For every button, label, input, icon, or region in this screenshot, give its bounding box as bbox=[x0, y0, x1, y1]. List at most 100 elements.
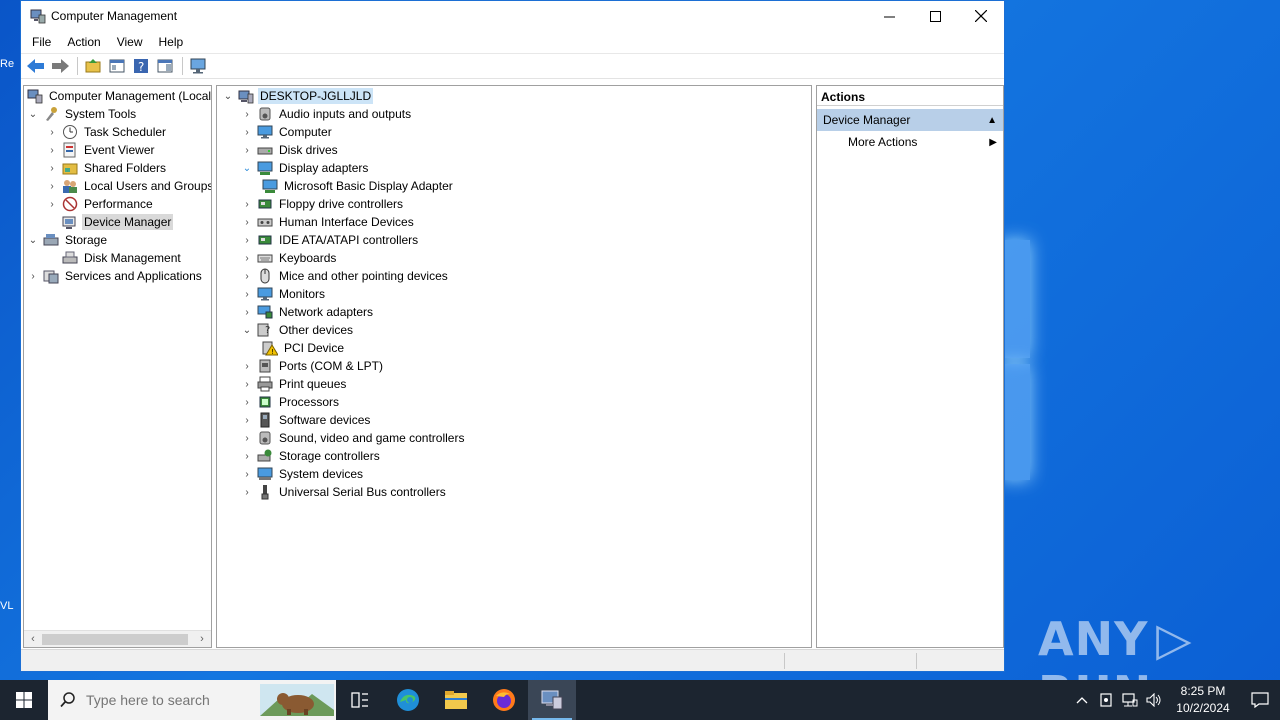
close-button[interactable] bbox=[958, 1, 1004, 31]
expand-chevron-icon[interactable]: › bbox=[240, 197, 254, 211]
back-button[interactable] bbox=[25, 55, 47, 77]
expand-chevron-icon[interactable]: › bbox=[45, 179, 59, 193]
notification-center-button[interactable] bbox=[1240, 692, 1280, 708]
expand-chevron-icon[interactable]: › bbox=[240, 305, 254, 319]
device-tree-item[interactable]: › Floppy drive controllers bbox=[240, 195, 405, 213]
expand-chevron-icon[interactable]: › bbox=[240, 485, 254, 499]
taskbar-clock[interactable]: 8:25 PM 10/2/2024 bbox=[1166, 683, 1240, 717]
network-tray-button[interactable] bbox=[1118, 693, 1142, 707]
scroll-right-icon[interactable]: › bbox=[195, 632, 209, 646]
expand-chevron-icon[interactable]: › bbox=[45, 125, 59, 139]
show-hidden-icons-button[interactable] bbox=[1070, 696, 1094, 704]
volume-tray-button[interactable] bbox=[1142, 693, 1166, 707]
taskbar-search-box[interactable] bbox=[48, 680, 336, 720]
tree-item-disk-management[interactable]: Disk Management bbox=[59, 249, 183, 267]
tree-item-storage[interactable]: ⌄ Storage bbox=[26, 231, 109, 249]
device-tree-item[interactable]: › IDE ATA/ATAPI controllers bbox=[240, 231, 420, 249]
device-tree-item[interactable]: › Universal Serial Bus controllers bbox=[240, 483, 448, 501]
forward-button[interactable] bbox=[49, 55, 71, 77]
expand-chevron-icon[interactable]: › bbox=[240, 107, 254, 121]
device-tree-item[interactable]: › Print queues bbox=[240, 375, 348, 393]
search-input[interactable] bbox=[86, 692, 256, 708]
firefox-taskbar-button[interactable] bbox=[480, 680, 528, 720]
device-tree-item[interactable]: › Keyboards bbox=[240, 249, 338, 267]
tree-item-local-users-groups[interactable]: › Local Users and Groups bbox=[45, 177, 211, 195]
up-folder-button[interactable] bbox=[82, 55, 104, 77]
expand-chevron-icon[interactable]: › bbox=[240, 251, 254, 265]
device-tree-item[interactable]: › Monitors bbox=[240, 285, 327, 303]
start-button[interactable] bbox=[0, 680, 48, 720]
menu-action[interactable]: Action bbox=[59, 35, 108, 49]
menu-file[interactable]: File bbox=[24, 35, 59, 49]
device-tree-item[interactable]: › Network adapters bbox=[240, 303, 375, 321]
expand-chevron-icon[interactable]: › bbox=[240, 431, 254, 445]
device-tree-item[interactable]: › Computer bbox=[240, 123, 334, 141]
expand-chevron-icon[interactable]: › bbox=[240, 269, 254, 283]
tree-item-event-viewer[interactable]: › Event Viewer bbox=[45, 141, 156, 159]
device-tree-item[interactable]: Microsoft Basic Display Adapter bbox=[259, 177, 455, 195]
collapse-chevron-icon[interactable]: ⌄ bbox=[221, 89, 235, 103]
expand-chevron-icon[interactable]: › bbox=[240, 287, 254, 301]
minimize-button[interactable] bbox=[866, 1, 912, 31]
collapse-chevron-icon[interactable]: ⌄ bbox=[26, 233, 40, 247]
device-tree-item[interactable]: › Audio inputs and outputs bbox=[240, 105, 413, 123]
help-button[interactable]: ? bbox=[130, 55, 152, 77]
device-tree-item[interactable]: › Processors bbox=[240, 393, 341, 411]
device-tree-item[interactable]: ! PCI Device bbox=[259, 339, 346, 357]
tree-item-system-tools[interactable]: ⌄ System Tools bbox=[26, 105, 138, 123]
expand-chevron-icon[interactable]: › bbox=[26, 269, 40, 283]
more-actions-item[interactable]: More Actions ▶ bbox=[817, 131, 1003, 153]
show-action-pane-button[interactable] bbox=[154, 55, 176, 77]
device-tree-item[interactable]: ⌄ Display adapters bbox=[240, 159, 370, 177]
expand-chevron-icon[interactable]: › bbox=[240, 215, 254, 229]
horizontal-scrollbar[interactable]: ‹ › bbox=[24, 630, 211, 647]
scan-hardware-button[interactable] bbox=[187, 55, 209, 77]
task-view-button[interactable] bbox=[336, 680, 384, 720]
expand-chevron-icon[interactable]: › bbox=[45, 143, 59, 157]
collapse-chevron-icon[interactable]: ⌄ bbox=[26, 107, 40, 121]
device-tree-item[interactable]: › Software devices bbox=[240, 411, 372, 429]
expand-chevron-icon[interactable]: › bbox=[45, 161, 59, 175]
device-tree-item[interactable]: › System devices bbox=[240, 465, 365, 483]
scroll-left-icon[interactable]: ‹ bbox=[26, 632, 40, 646]
device-tree-item[interactable]: › Storage controllers bbox=[240, 447, 382, 465]
expand-chevron-icon[interactable]: › bbox=[240, 359, 254, 373]
expand-chevron-icon[interactable]: › bbox=[240, 233, 254, 247]
expand-chevron-icon[interactable]: › bbox=[240, 449, 254, 463]
device-tree-item[interactable]: › Human Interface Devices bbox=[240, 213, 416, 231]
collapse-chevron-icon[interactable]: ⌄ bbox=[240, 161, 254, 175]
edge-taskbar-button[interactable] bbox=[384, 680, 432, 720]
device-tree-item[interactable]: › Mice and other pointing devices bbox=[240, 267, 450, 285]
device-tree-item[interactable]: ⌄? Other devices bbox=[240, 321, 355, 339]
device-tree-item[interactable]: › Ports (COM & LPT) bbox=[240, 357, 385, 375]
expand-chevron-icon[interactable]: › bbox=[45, 197, 59, 211]
maximize-button[interactable] bbox=[912, 1, 958, 31]
collapse-up-icon[interactable]: ▲ bbox=[987, 115, 997, 126]
actions-section-device-manager[interactable]: Device Manager ▲ bbox=[817, 109, 1003, 131]
expand-chevron-icon[interactable]: › bbox=[240, 395, 254, 409]
file-explorer-taskbar-button[interactable] bbox=[432, 680, 480, 720]
device-tree-item[interactable]: › Disk drives bbox=[240, 141, 340, 159]
device-tree-label: Computer bbox=[279, 125, 332, 139]
scrollbar-thumb[interactable] bbox=[42, 634, 188, 645]
expand-chevron-icon[interactable]: › bbox=[240, 413, 254, 427]
tree-item-shared-folders[interactable]: › Shared Folders bbox=[45, 159, 168, 177]
tree-item-task-scheduler[interactable]: › Task Scheduler bbox=[45, 123, 168, 141]
expand-chevron-icon[interactable]: › bbox=[240, 143, 254, 157]
tree-item-performance[interactable]: › Performance bbox=[45, 195, 155, 213]
tree-item-services-applications[interactable]: › Services and Applications bbox=[26, 267, 204, 285]
device-tree-item[interactable]: › Sound, video and game controllers bbox=[240, 429, 466, 447]
device-tree-item[interactable]: ⌄ DESKTOP-JGLLJLD bbox=[221, 87, 374, 105]
collapse-chevron-icon[interactable]: ⌄ bbox=[240, 323, 254, 337]
menu-help[interactable]: Help bbox=[151, 35, 192, 49]
expand-chevron-icon[interactable]: › bbox=[240, 377, 254, 391]
show-hide-tree-button[interactable] bbox=[106, 55, 128, 77]
tray-device-button[interactable] bbox=[1094, 693, 1118, 707]
menu-view[interactable]: View bbox=[109, 35, 151, 49]
expand-chevron-icon[interactable]: › bbox=[240, 467, 254, 481]
computer-management-taskbar-button[interactable] bbox=[528, 680, 576, 720]
printer-icon bbox=[257, 376, 273, 392]
expand-chevron-icon[interactable]: › bbox=[240, 125, 254, 139]
tree-item-computer-management[interactable]: Computer Management (Local bbox=[26, 87, 211, 105]
tree-item-device-manager[interactable]: Device Manager bbox=[59, 213, 174, 231]
